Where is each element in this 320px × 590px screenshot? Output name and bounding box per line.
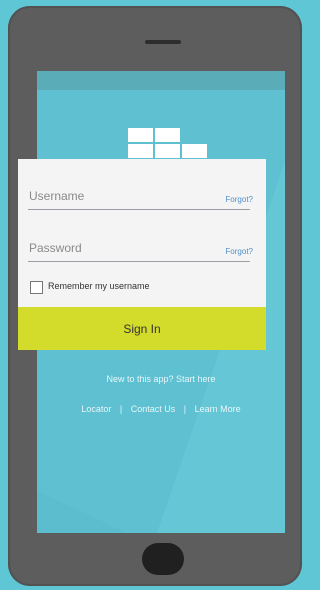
password-field[interactable]: Password: [29, 241, 82, 255]
password-underline: [28, 261, 250, 262]
new-to-app-link[interactable]: New to this app? Start here: [37, 374, 285, 384]
link-separator: |: [183, 404, 187, 414]
login-card: Username Forgot? Password Forgot? Rememb…: [18, 159, 266, 350]
logo-block: [155, 144, 180, 158]
forgot-password-link[interactable]: Forgot?: [225, 247, 253, 256]
footer-links: Locator | Contact Us | Learn More: [37, 404, 285, 414]
remember-checkbox[interactable]: [30, 281, 43, 294]
remember-label: Remember my username: [48, 281, 150, 291]
contact-us-link[interactable]: Contact Us: [131, 404, 176, 414]
locator-link[interactable]: Locator: [81, 404, 111, 414]
logo-block: [182, 144, 207, 158]
speaker-icon: [145, 40, 181, 44]
logo-block: [128, 144, 153, 158]
logo-block: [155, 128, 180, 142]
learn-more-link[interactable]: Learn More: [195, 404, 241, 414]
username-underline: [28, 209, 250, 210]
phone-frame: Username Forgot? Password Forgot? Rememb…: [8, 6, 302, 586]
logo-block: [128, 128, 153, 142]
forgot-username-link[interactable]: Forgot?: [225, 195, 253, 204]
sign-in-button[interactable]: Sign In: [18, 307, 266, 350]
home-button[interactable]: [142, 543, 184, 575]
username-field[interactable]: Username: [29, 189, 84, 203]
link-separator: |: [119, 404, 123, 414]
